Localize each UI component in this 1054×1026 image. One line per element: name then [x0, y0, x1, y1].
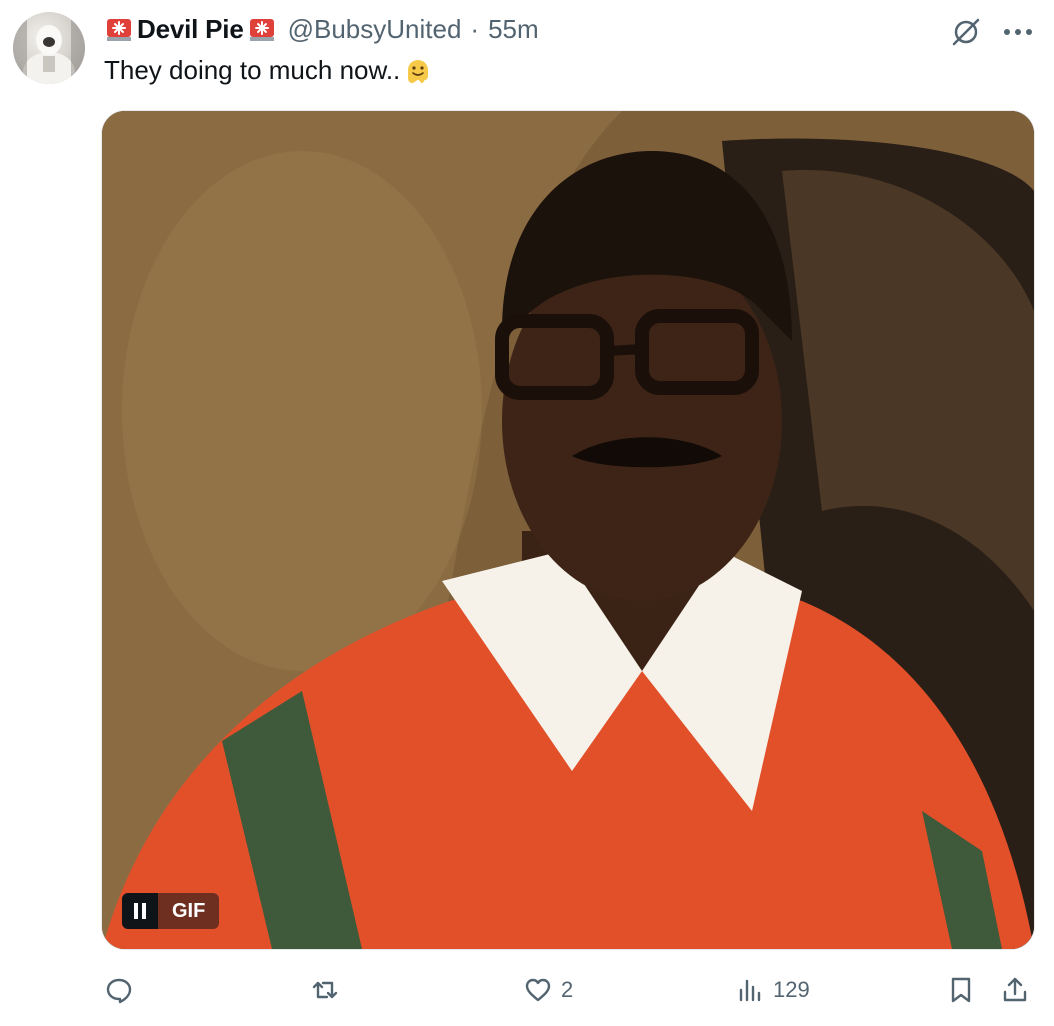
avatar[interactable] — [13, 12, 85, 84]
reply-button[interactable] — [104, 966, 142, 1014]
siren-emoji — [249, 19, 274, 41]
reply-icon — [106, 978, 132, 1004]
more-icon[interactable] — [998, 14, 1038, 50]
separator-dot: · — [470, 13, 480, 44]
pause-icon[interactable] — [122, 893, 158, 929]
timestamp[interactable]: 55m — [488, 14, 539, 45]
siren-emoji — [107, 19, 131, 41]
share-button[interactable] — [1000, 966, 1030, 1014]
display-name[interactable]: Devil Pie — [137, 14, 244, 45]
views-count: 129 — [773, 977, 810, 1002]
melting-face-emoji — [408, 60, 429, 83]
gif-media[interactable]: GIF — [101, 110, 1035, 950]
tweet-header: Devil Pie @BubsyUnited · 55m — [104, 12, 539, 46]
tweet-text: They doing to much now.. — [104, 54, 434, 86]
action-bar: 2 129 — [0, 966, 1054, 1014]
retweet-button[interactable] — [310, 966, 348, 1014]
views-icon — [739, 979, 761, 1002]
like-count: 2 — [561, 977, 574, 1002]
bookmark-button[interactable] — [946, 966, 976, 1014]
share-icon — [1003, 977, 1027, 1002]
gif-frame — [102, 111, 1034, 949]
grok-icon[interactable] — [950, 16, 982, 48]
like-icon — [525, 978, 551, 1002]
like-button[interactable]: 2 — [523, 966, 573, 1014]
gif-label: GIF — [158, 893, 220, 929]
retweet-icon — [312, 981, 338, 999]
bookmark-icon — [951, 977, 971, 1003]
views-button[interactable]: 129 — [735, 966, 810, 1014]
tweet-text-content: They doing to much now.. — [104, 54, 401, 85]
gif-badge[interactable]: GIF — [122, 893, 220, 929]
user-handle[interactable]: @BubsyUnited — [288, 14, 462, 45]
tweet[interactable]: Devil Pie @BubsyUnited · 55m They doing … — [0, 0, 1054, 1026]
